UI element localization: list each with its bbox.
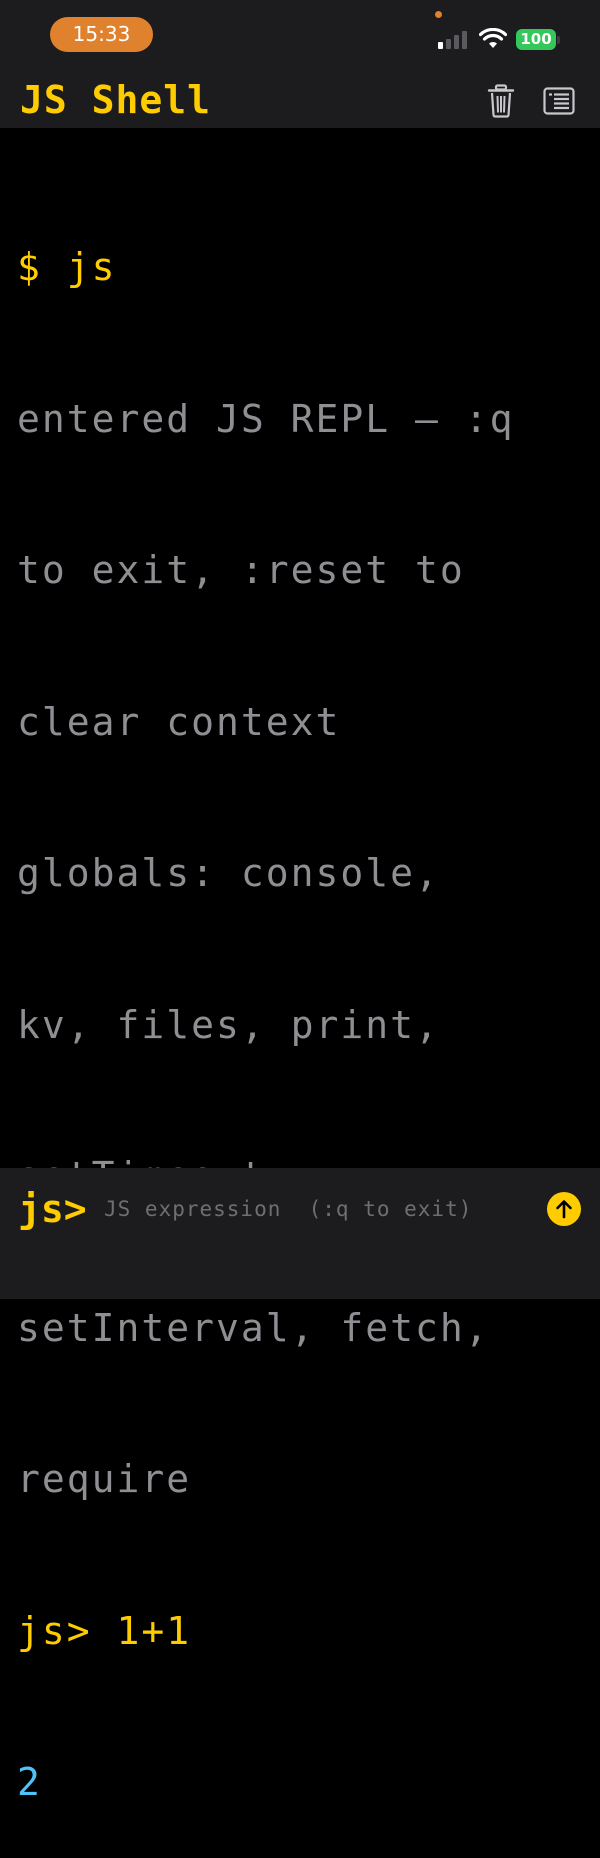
expression-input[interactable] (100, 1192, 538, 1226)
trash-icon[interactable] (487, 84, 515, 118)
terminal-line: to exit, :reset to (17, 548, 465, 592)
terminal-line: setInterval, fetch, (17, 1305, 490, 1350)
terminal-output: $ js entered JS REPL — :q to exit, :rese… (17, 141, 587, 1858)
log-list-icon[interactable] (543, 87, 575, 115)
battery-nub (557, 36, 560, 44)
terminal-line: js> 1+1 (17, 1608, 192, 1653)
terminal-line: clear context (17, 699, 341, 744)
terminal-line: entered JS REPL — :q (17, 396, 515, 441)
repl-prompt: js> (18, 1187, 87, 1231)
terminal-line: require (17, 1457, 192, 1501)
page-title: JS Shell (20, 78, 212, 122)
top-bar: 15:33 100 JS Shell (0, 0, 600, 128)
wifi-icon (479, 28, 507, 48)
status-time-pill: 15:33 (50, 17, 153, 52)
send-button[interactable] (547, 1192, 581, 1226)
terminal-line: $ js (17, 245, 117, 289)
terminal-line: globals: console, (17, 851, 440, 895)
terminal-line: kv, files, print, (17, 1002, 440, 1047)
arrow-up-icon (556, 1200, 572, 1219)
privacy-indicator-dot (435, 11, 442, 18)
terminal-line: 2 (17, 1760, 42, 1804)
battery-indicator: 100 (516, 29, 556, 50)
cellular-signal-icon (438, 31, 468, 49)
input-bar: js> (0, 1168, 600, 1299)
